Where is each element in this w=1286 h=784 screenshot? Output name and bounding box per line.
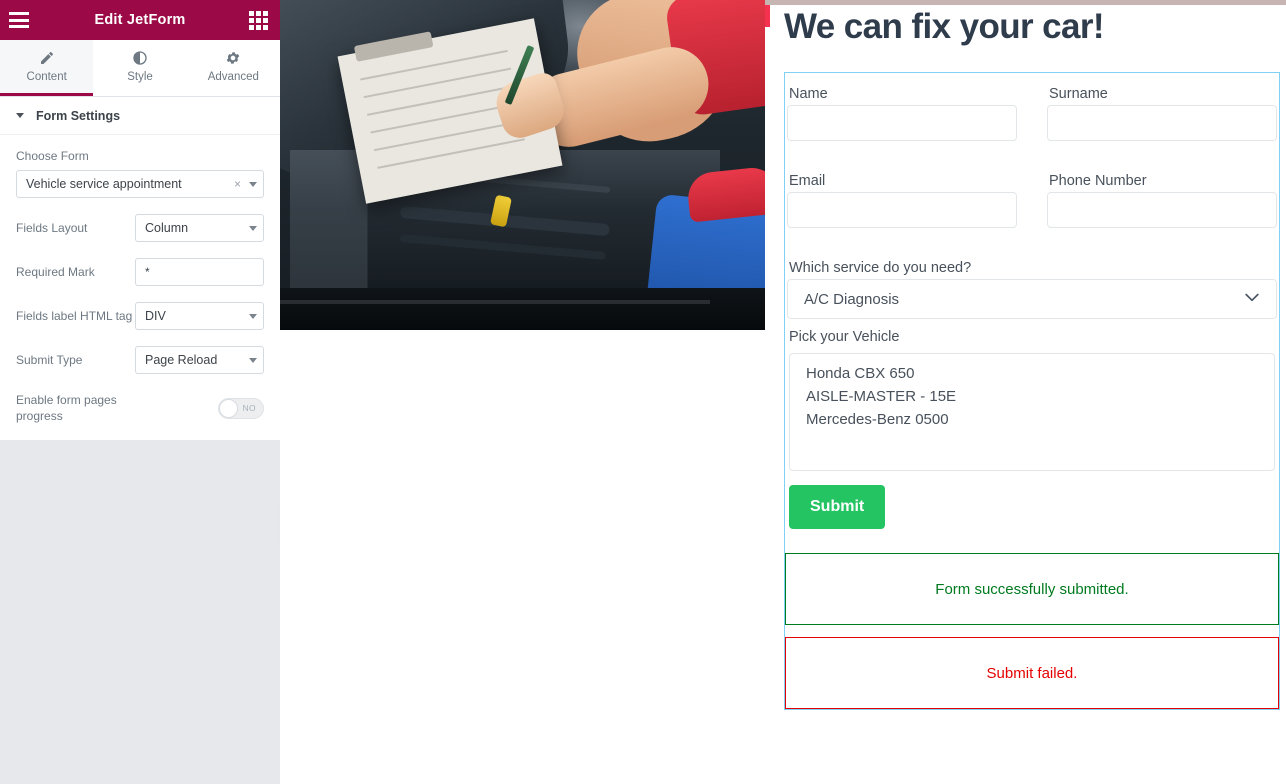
phone-input[interactable] <box>1047 192 1277 228</box>
form-container: Name Surname Email Phone Number Which se… <box>784 72 1280 710</box>
field-surname: Surname <box>1047 86 1277 141</box>
required-mark-input[interactable] <box>135 258 264 286</box>
list-item[interactable]: AISLE-MASTER - 15E <box>790 385 1274 408</box>
row-spacer <box>785 141 1279 173</box>
tab-advanced-label: Advanced <box>207 71 259 83</box>
enable-form-pages-progress-toggle[interactable]: NO <box>218 397 264 419</box>
tab-advanced[interactable]: Advanced <box>186 40 280 96</box>
service-select-label: Which service do you need? <box>789 260 972 276</box>
fields-label-html-tag-row: Fields label HTML tag DIV <box>16 302 264 330</box>
field-phone-label: Phone Number <box>1049 173 1147 189</box>
field-email: Email <box>787 173 1017 228</box>
error-message-text: Submit failed. <box>986 664 1078 682</box>
page-title: Edit JetForm <box>94 12 186 28</box>
choose-form-value: Vehicle service appointment <box>26 177 182 191</box>
field-name: Name <box>787 86 1017 141</box>
email-input[interactable] <box>787 192 1017 228</box>
submit-type-select[interactable]: Page Reload <box>135 346 264 374</box>
editor-tabs: Content Style Advanced <box>0 40 280 97</box>
service-select[interactable]: A/C Diagnosis <box>787 279 1277 319</box>
tab-content[interactable]: Content <box>0 40 94 96</box>
hero-image <box>280 0 765 330</box>
form-settings-controls: Choose Form Vehicle service appointment … <box>0 135 280 440</box>
chevron-down-icon <box>249 225 257 231</box>
chevron-down-icon <box>249 313 257 319</box>
error-message: Submit failed. <box>785 637 1279 709</box>
surname-input[interactable] <box>1047 105 1277 141</box>
section-form-settings-header[interactable]: Form Settings <box>0 97 280 135</box>
toggle-state-label: NO <box>242 403 256 414</box>
settings-body: Form Settings Choose Form Vehicle servic… <box>0 97 280 441</box>
fields-label-html-tag-value: DIV <box>145 309 166 323</box>
enable-form-pages-progress-row: Enable form pages progress NO <box>16 392 264 424</box>
tab-content-label: Content <box>26 71 67 83</box>
name-input[interactable] <box>787 105 1017 141</box>
tab-style[interactable]: Style <box>93 40 187 96</box>
tab-style-label: Style <box>127 71 153 83</box>
caret-down-icon <box>16 113 24 118</box>
submit-type-row: Submit Type Page Reload <box>16 346 264 374</box>
hamburger-icon[interactable] <box>8 11 30 29</box>
grid-icon[interactable] <box>249 11 268 30</box>
panel-header: Edit JetForm <box>0 0 280 40</box>
vehicle-list-row: Pick your Vehicle Honda CBX 650 AISLE-MA… <box>785 319 1279 471</box>
vehicle-listbox[interactable]: Honda CBX 650 AISLE-MASTER - 15E Mercede… <box>789 353 1275 471</box>
chevron-down-icon <box>249 181 257 187</box>
fields-layout-value: Column <box>145 221 189 235</box>
form-heading: We can fix your car! <box>784 7 1105 46</box>
field-name-label: Name <box>789 86 828 102</box>
choose-form-select[interactable]: Vehicle service appointment × <box>16 170 264 198</box>
contrast-icon <box>132 50 148 66</box>
vehicle-list-label: Pick your Vehicle <box>789 329 900 345</box>
section-title: Form Settings <box>36 108 121 123</box>
editor-panel: Edit JetForm Content Style Advanced Form… <box>0 0 280 784</box>
enable-form-pages-progress-label: Enable form pages progress <box>16 393 117 424</box>
chevron-down-icon <box>1242 287 1262 312</box>
field-email-label: Email <box>789 173 826 189</box>
fields-layout-select[interactable]: Column <box>135 214 264 242</box>
fields-layout-row: Fields Layout Column <box>16 214 264 242</box>
required-mark-label: Required Mark <box>16 265 95 279</box>
required-mark-row: Required Mark <box>16 258 264 286</box>
fields-layout-label: Fields Layout <box>16 221 88 235</box>
list-item[interactable]: Honda CBX 650 <box>790 362 1274 385</box>
preview-canvas: We can fix your car! Name Surname Email <box>280 0 1286 784</box>
gear-icon <box>225 50 241 66</box>
field-phone: Phone Number <box>1047 173 1277 228</box>
email-phone-row: Email Phone Number <box>785 173 1279 228</box>
chevron-down-icon <box>249 357 257 363</box>
jetform-widget: We can fix your car! Name Surname Email <box>784 0 1280 784</box>
fields-label-html-tag-label: Fields label HTML tag <box>16 309 133 323</box>
section-edit-marker <box>765 5 770 27</box>
service-select-value: A/C Diagnosis <box>804 290 900 308</box>
name-surname-row: Name Surname <box>785 73 1279 141</box>
success-message-text: Form successfully submitted. <box>935 580 1129 598</box>
submit-row: Submit <box>785 471 1279 553</box>
list-item[interactable]: Mercedes-Benz 0500 <box>790 408 1274 431</box>
pencil-icon <box>39 50 55 66</box>
success-message: Form successfully submitted. <box>785 553 1279 625</box>
field-surname-label: Surname <box>1049 86 1108 102</box>
choose-form-label: Choose Form <box>16 149 89 163</box>
toggle-knob <box>219 398 238 418</box>
fields-label-html-tag-select[interactable]: DIV <box>135 302 264 330</box>
submit-button[interactable]: Submit <box>789 485 886 529</box>
submit-type-label: Submit Type <box>16 353 83 367</box>
service-select-row: Which service do you need? A/C Diagnosis <box>785 228 1279 319</box>
close-icon[interactable]: × <box>234 178 241 190</box>
submit-type-value: Page Reload <box>145 353 218 367</box>
